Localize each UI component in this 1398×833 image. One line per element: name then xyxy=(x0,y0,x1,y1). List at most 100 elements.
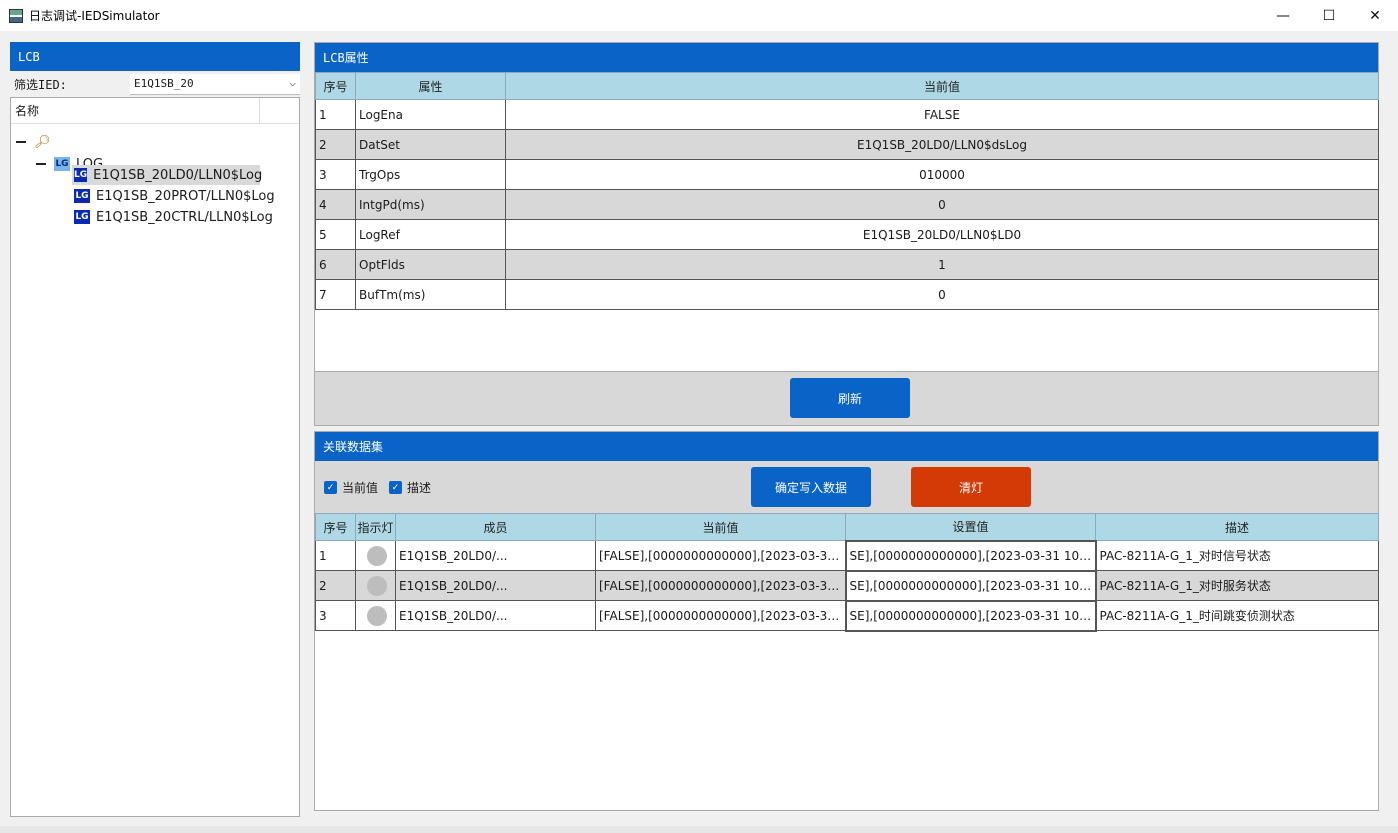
table-row[interactable]: 1 LogEna FALSE xyxy=(315,99,1379,130)
lcb-panel: LCB 筛选IED: E1Q1SB_20 ⌵ 名称 🔎︎ LG LOG xyxy=(10,42,300,817)
property-value[interactable]: 0 xyxy=(505,279,1379,310)
description-cell: PAC-8211A-G_1_对时信号状态 xyxy=(1095,540,1379,571)
tree-item-log[interactable]: LG E1Q1SB_20LD0/LLN0$Log xyxy=(72,165,263,185)
row-index: 6 xyxy=(315,249,356,280)
table-row[interactable]: 7 BufTm(ms) 0 xyxy=(315,279,1379,310)
column-header[interactable]: 属性 xyxy=(355,72,506,100)
log-icon: LG xyxy=(74,210,90,224)
dataset-table: 序号 指示灯 成员 当前值 设置值 描述 1 E1Q1SB_20LD0/... … xyxy=(315,513,1379,632)
property-value[interactable]: 0 xyxy=(505,189,1379,220)
property-name: BufTm(ms) xyxy=(355,279,506,310)
property-value[interactable]: FALSE xyxy=(505,99,1379,130)
indicator-cell xyxy=(355,570,396,601)
row-index: 5 xyxy=(315,219,356,250)
tree-item-log[interactable]: LG E1Q1SB_20CTRL/LLN0$Log xyxy=(72,207,273,227)
tree-header: 名称 xyxy=(11,98,299,124)
property-name: DatSet xyxy=(355,129,506,160)
description-cell: PAC-8211A-G_1_对时服务状态 xyxy=(1095,570,1379,601)
member-cell: E1Q1SB_20LD0/... xyxy=(395,570,596,601)
lcb-action-bar: 刷新 xyxy=(315,371,1378,425)
table-row[interactable]: 2 DatSet E1Q1SB_20LD0/LLN0$dsLog xyxy=(315,129,1379,160)
dataset-toolbar: ✓ 当前值 ✓ 描述 确定写入数据 清灯 xyxy=(315,461,1378,513)
log-icon: LG xyxy=(74,168,88,182)
close-button[interactable]: ✕ xyxy=(1352,0,1398,31)
table-row[interactable]: 4 IntgPd(ms) 0 xyxy=(315,189,1379,220)
log-folder-icon: LG xyxy=(54,157,70,171)
indicator-cell xyxy=(355,540,396,571)
write-data-button[interactable]: 确定写入数据 xyxy=(751,467,871,507)
search-icon: 🔎︎ xyxy=(34,134,51,150)
log-icon: LG xyxy=(74,189,90,203)
maximize-button[interactable]: ☐ xyxy=(1306,0,1352,31)
window-title: 日志调试-IEDSimulator xyxy=(29,9,160,23)
property-name: LogRef xyxy=(355,219,506,250)
property-value[interactable]: 1 xyxy=(505,249,1379,280)
indicator-light-icon xyxy=(367,545,387,566)
clear-lights-button[interactable]: 清灯 xyxy=(911,467,1031,507)
column-header[interactable]: 指示灯 xyxy=(355,513,396,541)
property-name: TrgOps xyxy=(355,159,506,190)
property-value[interactable]: E1Q1SB_20LD0/LLN0$LD0 xyxy=(505,219,1379,250)
ied-filter-value: E1Q1SB_20 xyxy=(134,77,194,90)
table-row[interactable]: 3 TrgOps 010000 xyxy=(315,159,1379,190)
table-row[interactable]: 3 E1Q1SB_20LD0/... [FALSE],[000000000000… xyxy=(315,599,1379,632)
row-index: 1 xyxy=(315,540,356,571)
tree-item-log[interactable]: LG E1Q1SB_20PROT/LLN0$Log xyxy=(72,186,275,206)
check-icon: ✓ xyxy=(389,481,402,494)
set-value-input[interactable]: SE],[0000000000000],[2023-03-31 10:51:51… xyxy=(844,539,1097,572)
dataset-panel: 关联数据集 ✓ 当前值 ✓ 描述 确定写入数据 清灯 序号 指示灯 成员 当前值… xyxy=(314,431,1379,811)
table-row[interactable]: 6 OptFlds 1 xyxy=(315,249,1379,280)
minimize-button[interactable]: — xyxy=(1260,0,1306,31)
current-value-checkbox[interactable]: ✓ 当前值 xyxy=(324,479,378,496)
collapse-icon[interactable] xyxy=(36,163,46,165)
refresh-button[interactable]: 刷新 xyxy=(790,378,910,418)
row-index: 2 xyxy=(315,129,356,160)
tree-header-label: 名称 xyxy=(15,104,40,118)
member-cell: E1Q1SB_20LD0/... xyxy=(395,600,596,631)
app-icon xyxy=(9,8,23,23)
lcb-properties-panel: LCB属性 序号 属性 当前值 1 LogEna FALSE 2 DatSet … xyxy=(314,42,1379,426)
check-icon: ✓ xyxy=(324,481,337,494)
tree-header-divider xyxy=(259,98,260,124)
current-value-cell: [FALSE],[0000000000000],[2023-03-31 ... xyxy=(595,600,846,631)
current-value-cell: [FALSE],[0000000000000],[2023-03-31 ... xyxy=(595,570,846,601)
set-value-input[interactable]: SE],[0000000000000],[2023-03-31 10:51:51… xyxy=(844,599,1097,632)
row-index: 3 xyxy=(315,159,356,190)
row-index: 3 xyxy=(315,600,356,631)
description-checkbox[interactable]: ✓ 描述 xyxy=(389,479,431,496)
set-value-input[interactable]: SE],[0000000000000],[2023-03-31 10:51:51… xyxy=(844,569,1097,602)
indicator-light-icon xyxy=(367,605,387,626)
column-header[interactable]: 成员 xyxy=(395,513,596,541)
column-header[interactable]: 序号 xyxy=(315,513,356,541)
indicator-light-icon xyxy=(367,575,387,596)
tree-root-node[interactable]: 🔎︎ xyxy=(16,132,51,152)
table-row[interactable]: 1 E1Q1SB_20LD0/... [FALSE],[000000000000… xyxy=(315,539,1379,572)
member-cell: E1Q1SB_20LD0/... xyxy=(395,540,596,571)
description-cell: PAC-8211A-G_1_时间跳变侦测状态 xyxy=(1095,600,1379,631)
indicator-cell xyxy=(355,600,396,631)
table-row[interactable]: 2 E1Q1SB_20LD0/... [FALSE],[000000000000… xyxy=(315,569,1379,602)
property-name: IntgPd(ms) xyxy=(355,189,506,220)
window-controls: — ☐ ✕ xyxy=(1260,0,1398,31)
column-header[interactable]: 设置值 xyxy=(845,513,1096,541)
tree-item-label: E1Q1SB_20LD0/LLN0$Log xyxy=(93,167,263,183)
status-bar xyxy=(0,826,1398,833)
column-header[interactable]: 序号 xyxy=(315,72,356,100)
table-row[interactable]: 5 LogRef E1Q1SB_20LD0/LLN0$LD0 xyxy=(315,219,1379,250)
lcb-properties-table: 序号 属性 当前值 1 LogEna FALSE 2 DatSet E1Q1SB… xyxy=(315,72,1379,310)
column-header[interactable]: 当前值 xyxy=(595,513,846,541)
tree-item-label: E1Q1SB_20PROT/LLN0$Log xyxy=(96,188,275,204)
property-value[interactable]: E1Q1SB_20LD0/LLN0$dsLog xyxy=(505,129,1379,160)
checkbox-label: 描述 xyxy=(407,481,432,495)
property-value[interactable]: 010000 xyxy=(505,159,1379,190)
lcb-panel-header: LCB xyxy=(10,42,300,71)
ied-filter-label: 筛选IED: xyxy=(14,77,67,92)
collapse-icon[interactable] xyxy=(16,141,26,143)
row-index: 1 xyxy=(315,99,356,130)
column-header[interactable]: 描述 xyxy=(1095,513,1379,541)
ied-filter-select[interactable]: E1Q1SB_20 ⌵ xyxy=(130,73,300,95)
ied-filter-row: 筛选IED: E1Q1SB_20 ⌵ xyxy=(10,71,300,97)
title-bar: 日志调试-IEDSimulator — ☐ ✕ xyxy=(0,0,1398,31)
property-name: OptFlds xyxy=(355,249,506,280)
column-header[interactable]: 当前值 xyxy=(505,72,1379,100)
